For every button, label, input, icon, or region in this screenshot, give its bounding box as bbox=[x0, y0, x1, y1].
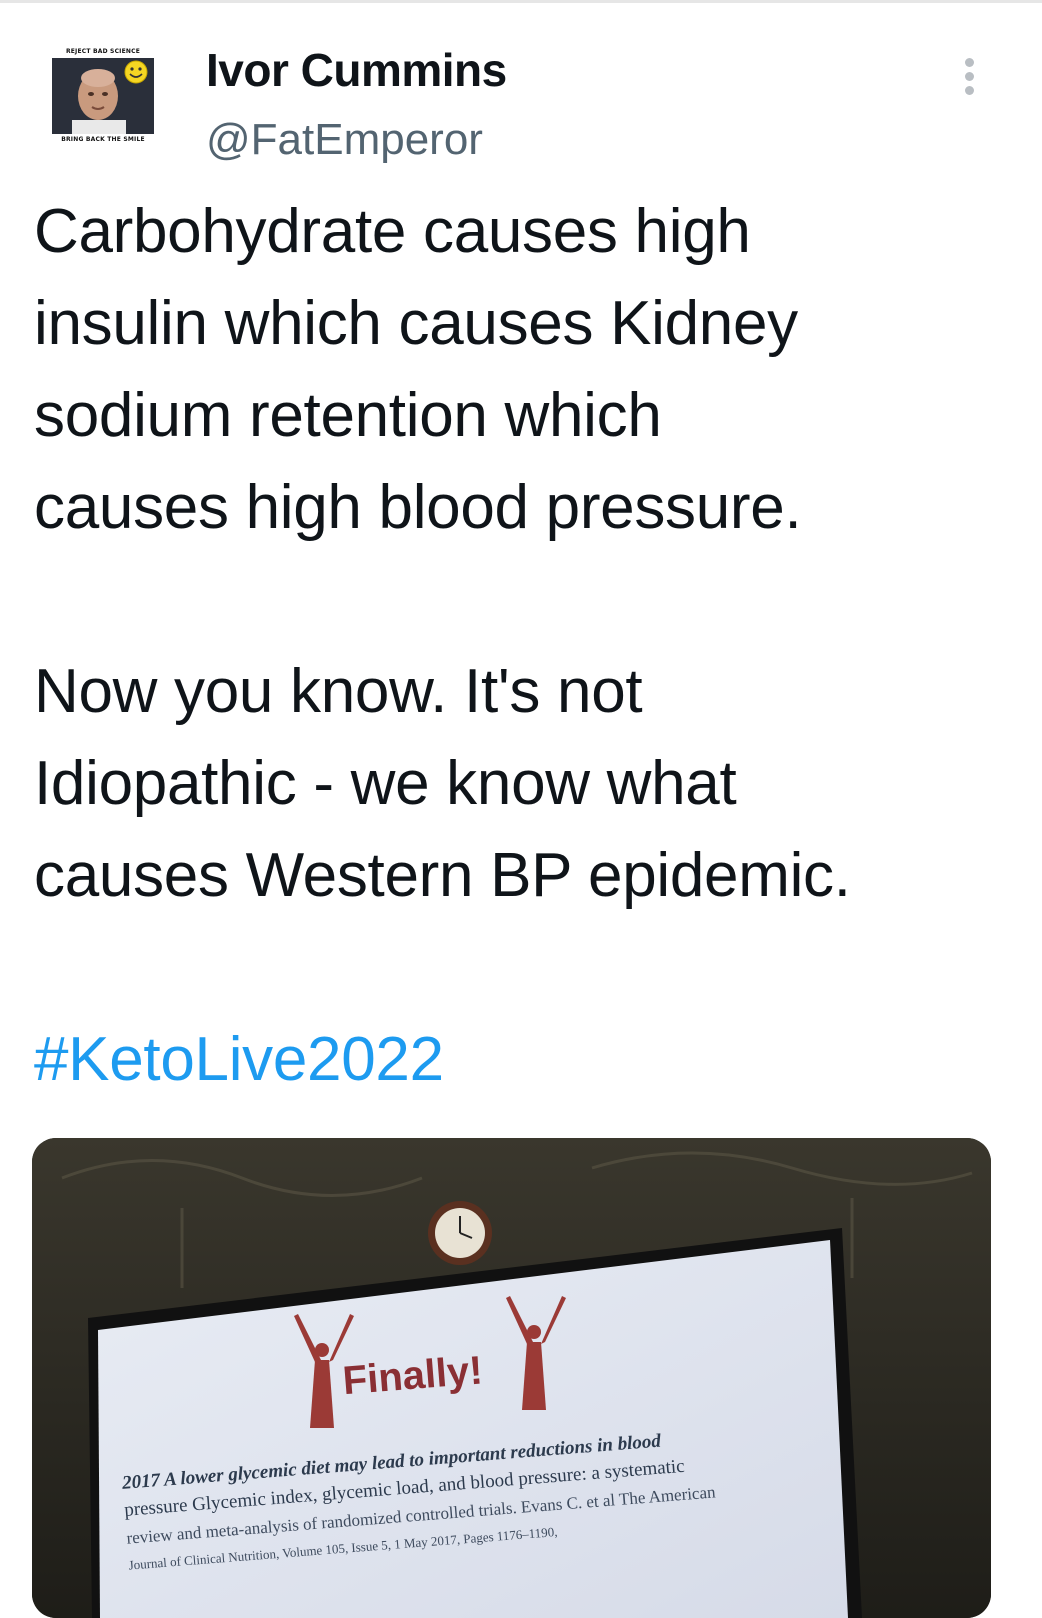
smiley-icon bbox=[124, 60, 148, 84]
avatar-photo bbox=[52, 58, 154, 134]
tweet-paragraph-2: Now you know. It's not Idiopathic - we k… bbox=[34, 657, 851, 910]
clock-icon bbox=[428, 1201, 492, 1265]
tweet-text: Carbohydrate causes high insulin which c… bbox=[34, 186, 1024, 1106]
tweet-media-image[interactable]: Finally! 2017 A lower glycemic diet may … bbox=[32, 1138, 991, 1618]
hashtag-link[interactable]: #KetoLive2022 bbox=[34, 1025, 444, 1094]
tweet-paragraph-1: Carbohydrate causes high insulin which c… bbox=[34, 197, 802, 542]
avatar[interactable]: REJECT BAD SCIENCE BRING BACK THE SMILE bbox=[52, 46, 154, 146]
avatar-bottom-text: BRING BACK THE SMILE bbox=[52, 134, 154, 146]
top-divider bbox=[0, 0, 1042, 3]
more-vertical-icon[interactable] bbox=[958, 54, 982, 98]
author-handle[interactable]: @FatEmperor bbox=[206, 112, 483, 168]
avatar-top-text: REJECT BAD SCIENCE bbox=[52, 46, 154, 58]
author-name[interactable]: Ivor Cummins bbox=[206, 42, 507, 98]
